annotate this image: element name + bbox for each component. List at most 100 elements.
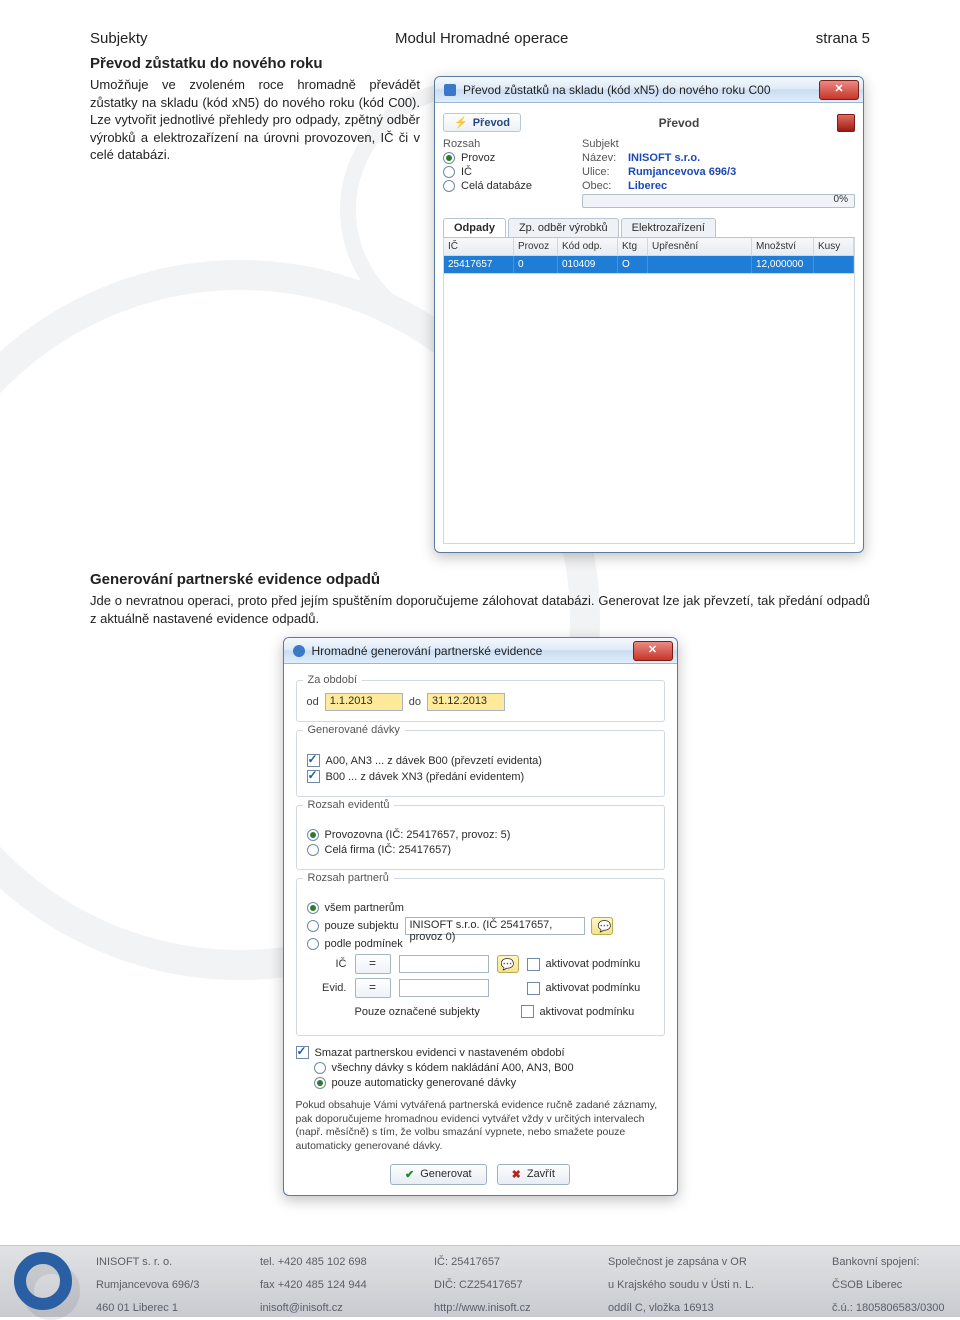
foot-c1-l1: INISOFT s. r. o. xyxy=(96,1254,246,1271)
generovat-button[interactable]: ✔ Generovat xyxy=(390,1164,487,1185)
section1-text: Umožňuje ve zvoleném roce hromadně převá… xyxy=(90,76,420,164)
foot-c5-l2: ČSOB Liberec xyxy=(832,1277,960,1294)
foot-c2-l3: inisoft@inisoft.cz xyxy=(260,1300,420,1317)
radio-pouzesubj-label: pouze subjektu xyxy=(325,920,399,932)
tab-odpady[interactable]: Odpady xyxy=(443,218,506,237)
dialog-hromadne-generovani: Hromadné generování partnerské evidence … xyxy=(283,637,678,1196)
cell-mnozstvi: 12,000000 xyxy=(752,256,814,273)
radio-provozovna-label: Provozovna (IČ: 25417657, provoz: 5) xyxy=(325,829,511,841)
obec-key: Obec: xyxy=(582,180,624,192)
check-aktiv-evid[interactable]: aktivovat podmínku xyxy=(527,982,641,995)
nazev-key: Název: xyxy=(582,152,624,164)
cell-provoz: 0 xyxy=(514,256,558,273)
check-smazat-label: Smazat partnerskou evidenci v nastaveném… xyxy=(315,1047,565,1059)
group-gen-davky: Generované dávky A00, AN3 ... z dávek B0… xyxy=(296,730,665,797)
check-aktiv-ozn-label: aktivovat podmínku xyxy=(540,1006,635,1018)
dlg1-titlebar[interactable]: Převod zůstatků na skladu (kód xN5) do n… xyxy=(435,77,863,103)
prevod-button-label: Převod xyxy=(473,117,510,129)
check-a00[interactable]: A00, AN3 ... z dávek B00 (převzetí evide… xyxy=(307,754,654,767)
close-button[interactable]: ✕ xyxy=(819,80,859,100)
ulice-key: Ulice: xyxy=(582,166,624,178)
foot-c3-l2: DIČ: CZ25417657 xyxy=(434,1277,594,1294)
col-kusy[interactable]: Kusy xyxy=(814,238,854,256)
progress-text: 0% xyxy=(834,194,848,205)
radio-cela-firma[interactable]: Celá firma (IČ: 25417657) xyxy=(307,844,654,856)
radio-sm-auto-label: pouze automaticky generované dávky xyxy=(332,1077,517,1089)
ic-value-input[interactable] xyxy=(399,955,489,973)
dlg2-note: Pokud obsahuje Vámi vytvářená partnerská… xyxy=(296,1099,665,1154)
col-kododp[interactable]: Kód odp. xyxy=(558,238,618,256)
radio-icon xyxy=(314,1062,326,1074)
note-icon[interactable]: 💬 xyxy=(497,955,519,973)
dlg1-center-title: Převod xyxy=(527,116,831,130)
od-input[interactable]: 1.1.2013 xyxy=(325,693,403,711)
radio-pouze-subjektu[interactable]: pouze subjektu INISOFT s.r.o. (IČ 254176… xyxy=(307,917,654,935)
col-ktg[interactable]: Ktg xyxy=(618,238,648,256)
nazev-value: INISOFT s.r.o. xyxy=(628,152,700,164)
gendavky-label: Generované dávky xyxy=(303,724,405,736)
radio-icon xyxy=(307,920,319,932)
evid-value-input[interactable] xyxy=(399,979,489,997)
rozsah-evid-label: Rozsah evidentů xyxy=(303,799,395,811)
radio-sm-vsechny[interactable]: všechny dávky s kódem nakládání A00, AN3… xyxy=(314,1062,665,1074)
ic-label: IČ xyxy=(307,958,347,970)
progress-bar: 0% xyxy=(582,194,855,208)
col-upresneni[interactable]: Upřesnění xyxy=(648,238,752,256)
check-aktiv-ozn[interactable]: aktivovat podmínku xyxy=(521,1005,635,1018)
rozsah-label: Rozsah xyxy=(443,138,568,150)
radio-vsem[interactable]: všem partnerům xyxy=(307,902,654,914)
do-input[interactable]: 31.12.2013 xyxy=(427,693,505,711)
foot-c4-l1: Společnost je zapsána v OR xyxy=(608,1254,818,1271)
col-mnozstvi[interactable]: Množství xyxy=(752,238,814,256)
dlg1-options: Rozsah Provoz IČ Celá databáze xyxy=(443,138,855,208)
radio-icon xyxy=(307,829,319,841)
group-obdobi: Za období od 1.1.2013 do 31.12.2013 xyxy=(296,680,665,722)
checkbox-icon xyxy=(296,1046,309,1059)
check-aktiv-ic-label: aktivovat podmínku xyxy=(546,958,641,970)
cond-row-evid: Evid. = aktivovat podmínku xyxy=(307,978,654,998)
cell-kusy xyxy=(814,256,854,273)
check-b00[interactable]: B00 ... z dávek XN3 (předání evidentem) xyxy=(307,770,654,783)
tab-elektro[interactable]: Elektrozařízení xyxy=(621,218,716,237)
check-aktiv-ic[interactable]: aktivovat podmínku xyxy=(527,958,641,971)
stop-button[interactable] xyxy=(837,114,855,132)
check-a00-label: A00, AN3 ... z dávek B00 (převzetí evide… xyxy=(326,755,542,767)
check-aktiv-evid-label: aktivovat podmínku xyxy=(546,982,641,994)
radio-db[interactable]: Celá databáze xyxy=(443,180,568,192)
foot-c4-l2: u Krajského soudu v Ústi n. L. xyxy=(608,1277,818,1294)
zavrit-button[interactable]: ✖ Zavřít xyxy=(497,1164,570,1185)
col-ic[interactable]: IČ xyxy=(444,238,514,256)
dlg1-table: IČ Provoz Kód odp. Ktg Upřesnění Množstv… xyxy=(443,237,855,544)
dlg2-buttons: ✔ Generovat ✖ Zavřít xyxy=(296,1164,665,1185)
page-content: Subjekty Modul Hromadné operace strana 5… xyxy=(0,0,960,1296)
zavrit-label: Zavřít xyxy=(527,1168,555,1180)
radio-sm-auto[interactable]: pouze automaticky generované dávky xyxy=(314,1077,665,1089)
radio-provoz[interactable]: Provoz xyxy=(443,152,568,164)
group-rozsah-partneru: Rozsah partnerů všem partnerům pouze sub… xyxy=(296,878,665,1036)
checkbox-icon xyxy=(527,958,540,971)
header-left: Subjekty xyxy=(90,30,148,47)
close-button[interactable]: ✕ xyxy=(633,641,673,661)
radio-provozovna[interactable]: Provozovna (IČ: 25417657, provoz: 5) xyxy=(307,829,654,841)
prevod-button[interactable]: ⚡ Převod xyxy=(443,113,521,132)
check-smazat[interactable]: Smazat partnerskou evidenci v nastaveném… xyxy=(296,1046,665,1059)
dlg2-body: Za období od 1.1.2013 do 31.12.2013 Gene… xyxy=(284,664,677,1195)
table-row[interactable]: 25417657 0 010409 O 12,000000 xyxy=(444,256,854,273)
dlg2-titlebar[interactable]: Hromadné generování partnerské evidence … xyxy=(284,638,677,664)
radio-ic[interactable]: IČ xyxy=(443,166,568,178)
page-footer: INISOFT s. r. o. tel. +420 485 102 698 I… xyxy=(0,1245,960,1317)
dlg1-toolbar: ⚡ Převod Převod xyxy=(443,109,855,138)
app-icon xyxy=(443,83,457,97)
subjekt-input[interactable]: INISOFT s.r.o. (IČ 25417657, provoz 0) xyxy=(405,917,585,935)
group-rozsah-evidentu: Rozsah evidentů Provozovna (IČ: 25417657… xyxy=(296,805,665,870)
checkbox-icon xyxy=(527,982,540,995)
tab-zpodber[interactable]: Zp. odběr výrobků xyxy=(508,218,619,237)
col-provoz[interactable]: Provoz xyxy=(514,238,558,256)
note-icon[interactable]: 💬 xyxy=(591,917,613,935)
foot-c3-l3: http://www.inisoft.cz xyxy=(434,1300,594,1317)
evid-op-select[interactable]: = xyxy=(355,978,391,998)
radio-podle-podminek[interactable]: podle podmínek xyxy=(307,938,654,950)
radio-icon xyxy=(307,938,319,950)
ic-op-select[interactable]: = xyxy=(355,954,391,974)
foot-c1-l3: 460 01 Liberec 1 xyxy=(96,1300,246,1317)
